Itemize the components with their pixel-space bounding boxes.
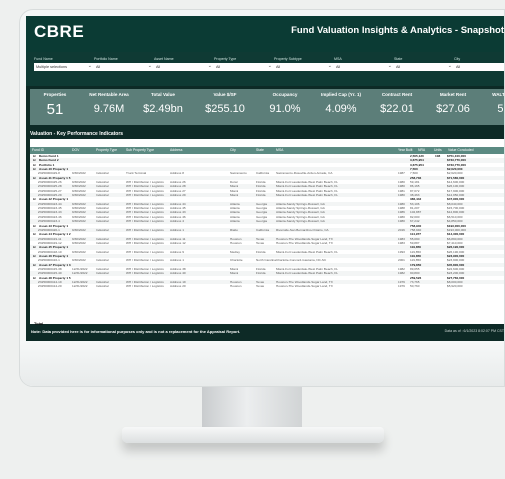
column-header[interactable]: Units <box>434 148 442 152</box>
filter-6[interactable]: State All <box>394 57 454 71</box>
column-header[interactable]: State <box>256 148 264 152</box>
data-as-of: Data as of : 6/1/2023 8:02:07 PM CST <box>444 329 504 333</box>
cell-yr: 1979 <box>398 284 405 289</box>
filter-dropdown[interactable]: All <box>94 62 154 71</box>
cell-city: Houston <box>230 284 242 289</box>
cell-sub: WH / Distribution / Logistics <box>126 284 164 289</box>
cell-type: Industrial <box>96 284 109 289</box>
footer-bar: Note: Data provided here is for informat… <box>26 327 504 341</box>
kpi-table: Valuation - Key Performance Indicators F… <box>30 131 504 326</box>
brand-logo: CBRE <box>34 22 85 41</box>
filter-5[interactable]: MSA All <box>334 57 394 71</box>
cell-state: Texas <box>256 284 265 289</box>
page-title: Fund Valuation Insights & Analytics - Sn… <box>291 25 504 36</box>
kpi-label: Total Value <box>151 92 175 97</box>
filter-dropdown[interactable]: All <box>334 62 394 71</box>
filter-dropdown[interactable]: All <box>454 63 504 71</box>
header-bar: CBRE Fund Valuation Insights & Analytics… <box>26 16 504 52</box>
cell-value: $5,920,000 <box>447 284 463 289</box>
kpi-card: Total Value $2.49bn <box>130 92 196 115</box>
filter-dropdown[interactable]: All <box>394 62 454 71</box>
cell-msa: Houston-The Woodlands-Sugar Land, TX <box>276 284 333 289</box>
cell-addr: Address 20 <box>170 284 186 289</box>
monitor-stand-neck <box>202 387 302 429</box>
column-header[interactable]: Value Concluded <box>448 148 474 152</box>
filter-1[interactable]: Portfolio Name All <box>94 57 154 71</box>
table-row[interactable]: Z3250000414-20 12/31/2022 Industrial WH / D… <box>30 284 504 289</box>
kpi-value: $2.49bn <box>143 103 183 115</box>
filter-bar: Fund NameMultiple selectionsPortfolio Na… <box>26 52 504 86</box>
filter-2[interactable]: Asset Name All <box>154 57 214 71</box>
kpi-card: Value $/SF $255.10 <box>192 92 258 115</box>
cell-nra: 50,760 <box>410 284 420 289</box>
filter-0[interactable]: Fund Name Multiple selections <box>34 57 94 71</box>
filter-dropdown[interactable]: All <box>214 62 274 71</box>
kpi-label: Value $/SF <box>213 92 237 97</box>
column-header[interactable]: Property Type <box>96 148 117 152</box>
filter-dropdown[interactable]: Multiple selections <box>34 62 94 71</box>
column-header[interactable]: Sub Property Type <box>126 148 154 152</box>
column-header[interactable]: Year Built <box>398 148 412 152</box>
kpi-value: 5.3 <box>497 103 504 115</box>
disclaimer-note: Note: Data provided here is for informat… <box>31 329 241 334</box>
table-body[interactable]: ⊟ Demo Fund 1 2,505,120 108 $751,100,000 ⊟ Dem… <box>30 154 504 289</box>
kpi-value: $255.10 <box>205 103 245 115</box>
monitor-frame: CBRE Fund Valuation Insights & Analytics… <box>19 9 505 387</box>
filter-7[interactable]: City All <box>454 57 504 71</box>
table-total-row: Total <box>34 321 44 326</box>
filter-dropdown[interactable]: All <box>154 62 214 71</box>
kpi-card: WALT (Yrs.) 5.3 <box>472 92 505 115</box>
column-header[interactable]: MSA <box>276 148 283 152</box>
dashboard-screen: CBRE Fund Valuation Insights & Analytics… <box>26 16 505 341</box>
filter-dropdown[interactable]: All <box>274 62 334 71</box>
column-header[interactable]: NRA <box>418 148 425 152</box>
column-header[interactable]: DOV <box>72 148 79 152</box>
column-header[interactable]: Address <box>170 148 182 152</box>
monitor-chin <box>20 341 504 386</box>
table-title: Valuation - Key Performance Indicators <box>30 131 124 137</box>
kpi-label: WALT (Yrs.) <box>492 92 505 97</box>
filter-4[interactable]: Property Subtype All <box>274 57 334 71</box>
cell-id: Z3250000414-20 <box>38 284 62 289</box>
table-header: Fund ID DOV Property Type Sub Property Type… <box>30 147 504 154</box>
kpi-band: Properties 51 Net Rentable Area 9.76M Total … <box>30 89 505 125</box>
column-header[interactable]: Fund ID <box>32 148 44 152</box>
monitor-stand-base <box>122 427 384 443</box>
cell-dov: 12/31/2022 <box>72 284 88 289</box>
column-header[interactable]: City <box>230 148 236 152</box>
filter-3[interactable]: Property Type All <box>214 57 274 71</box>
